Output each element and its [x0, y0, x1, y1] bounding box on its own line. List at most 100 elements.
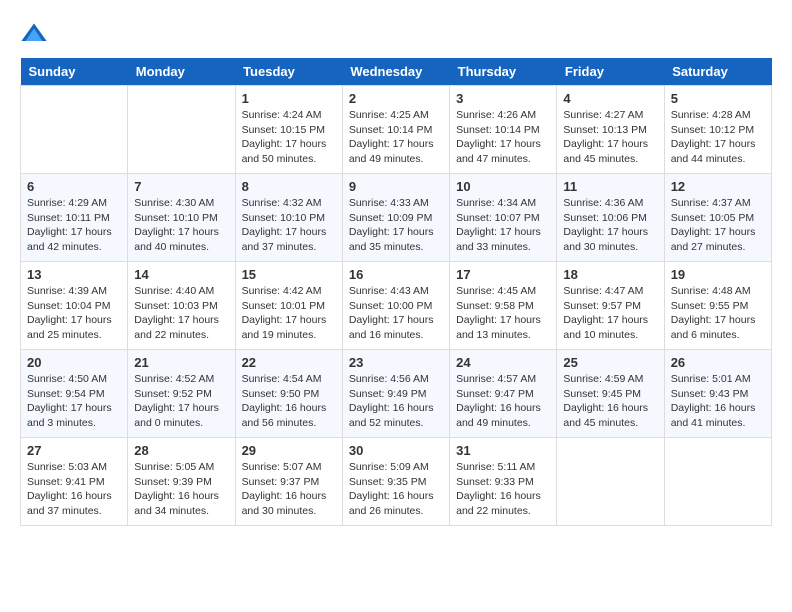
day-number: 5 — [671, 91, 765, 106]
day-info: Sunrise: 4:42 AM Sunset: 10:01 PM Daylig… — [242, 284, 336, 343]
week-row-4: 20 Sunrise: 4:50 AM Sunset: 9:54 PM Dayli… — [21, 350, 772, 438]
day-info: Sunrise: 4:40 AM Sunset: 10:03 PM Daylig… — [134, 284, 228, 343]
calendar-cell: 26 Sunrise: 5:01 AM Sunset: 9:43 PM Dayli… — [664, 350, 771, 438]
day-number: 24 — [456, 355, 550, 370]
calendar-cell: 24 Sunrise: 4:57 AM Sunset: 9:47 PM Dayli… — [450, 350, 557, 438]
calendar-cell: 11 Sunrise: 4:36 AM Sunset: 10:06 PM Dayl… — [557, 174, 664, 262]
calendar-cell: 19 Sunrise: 4:48 AM Sunset: 9:55 PM Dayli… — [664, 262, 771, 350]
calendar-cell: 31Sunrise: 5:11 AM Sunset: 9:33 PM Dayli… — [450, 438, 557, 526]
calendar-cell: 5 Sunrise: 4:28 AM Sunset: 10:12 PM Dayli… — [664, 86, 771, 174]
calendar-cell: 25 Sunrise: 4:59 AM Sunset: 9:45 PM Dayli… — [557, 350, 664, 438]
day-info: Sunrise: 4:32 AM Sunset: 10:10 PM Daylig… — [242, 196, 336, 255]
day-info: Sunrise: 4:37 AM Sunset: 10:05 PM Daylig… — [671, 196, 765, 255]
calendar-cell: 7 Sunrise: 4:30 AM Sunset: 10:10 PM Dayli… — [128, 174, 235, 262]
day-info: Sunrise: 4:30 AM Sunset: 10:10 PM Daylig… — [134, 196, 228, 255]
day-number: 12 — [671, 179, 765, 194]
day-number: 22 — [242, 355, 336, 370]
day-info: Sunrise: 4:26 AM Sunset: 10:14 PM Daylig… — [456, 108, 550, 167]
day-info: Sunrise: 4:50 AM Sunset: 9:54 PM Dayligh… — [27, 372, 121, 431]
calendar-cell — [557, 438, 664, 526]
day-info: Sunrise: 4:54 AM Sunset: 9:50 PM Dayligh… — [242, 372, 336, 431]
calendar-cell: 16 Sunrise: 4:43 AM Sunset: 10:00 PM Dayl… — [342, 262, 449, 350]
day-number: 10 — [456, 179, 550, 194]
day-number: 17 — [456, 267, 550, 282]
calendar-cell: 10Sunrise: 4:34 AM Sunset: 10:07 PM Dayl… — [450, 174, 557, 262]
calendar-cell: 28Sunrise: 5:05 AM Sunset: 9:39 PM Dayli… — [128, 438, 235, 526]
day-number: 1 — [242, 91, 336, 106]
day-number: 4 — [563, 91, 657, 106]
day-info: Sunrise: 4:39 AM Sunset: 10:04 PM Daylig… — [27, 284, 121, 343]
day-number: 25 — [563, 355, 657, 370]
day-info: Sunrise: 4:52 AM Sunset: 9:52 PM Dayligh… — [134, 372, 228, 431]
day-info: Sunrise: 4:43 AM Sunset: 10:00 PM Daylig… — [349, 284, 443, 343]
calendar-cell: 22 Sunrise: 4:54 AM Sunset: 9:50 PM Dayli… — [235, 350, 342, 438]
week-row-3: 13 Sunrise: 4:39 AM Sunset: 10:04 PM Dayl… — [21, 262, 772, 350]
calendar-cell — [664, 438, 771, 526]
day-info: Sunrise: 5:03 AM Sunset: 9:41 PM Dayligh… — [27, 460, 121, 519]
calendar-cell: 20 Sunrise: 4:50 AM Sunset: 9:54 PM Dayli… — [21, 350, 128, 438]
calendar-cell: 6Sunrise: 4:29 AM Sunset: 10:11 PM Dayli… — [21, 174, 128, 262]
calendar-cell: 15 Sunrise: 4:42 AM Sunset: 10:01 PM Dayl… — [235, 262, 342, 350]
week-row-5: 27 Sunrise: 5:03 AM Sunset: 9:41 PM Dayli… — [21, 438, 772, 526]
day-info: Sunrise: 4:36 AM Sunset: 10:06 PM Daylig… — [563, 196, 657, 255]
day-info: Sunrise: 4:29 AM Sunset: 10:11 PM Daylig… — [27, 196, 121, 255]
day-info: Sunrise: 4:56 AM Sunset: 9:49 PM Dayligh… — [349, 372, 443, 431]
day-number: 31 — [456, 443, 550, 458]
calendar-cell: 12 Sunrise: 4:37 AM Sunset: 10:05 PM Dayl… — [664, 174, 771, 262]
day-info: Sunrise: 4:48 AM Sunset: 9:55 PM Dayligh… — [671, 284, 765, 343]
calendar-cell: 3 Sunrise: 4:26 AM Sunset: 10:14 PM Dayli… — [450, 86, 557, 174]
day-info: Sunrise: 4:33 AM Sunset: 10:09 PM Daylig… — [349, 196, 443, 255]
calendar-cell: 14 Sunrise: 4:40 AM Sunset: 10:03 PM Dayl… — [128, 262, 235, 350]
calendar-cell: 23Sunrise: 4:56 AM Sunset: 9:49 PM Dayli… — [342, 350, 449, 438]
day-info: Sunrise: 4:45 AM Sunset: 9:58 PM Dayligh… — [456, 284, 550, 343]
day-number: 16 — [349, 267, 443, 282]
day-info: Sunrise: 5:01 AM Sunset: 9:43 PM Dayligh… — [671, 372, 765, 431]
day-number: 2 — [349, 91, 443, 106]
calendar-cell: 18 Sunrise: 4:47 AM Sunset: 9:57 PM Dayli… — [557, 262, 664, 350]
calendar-cell — [21, 86, 128, 174]
day-info: Sunrise: 4:47 AM Sunset: 9:57 PM Dayligh… — [563, 284, 657, 343]
day-number: 20 — [27, 355, 121, 370]
calendar-cell: 21 Sunrise: 4:52 AM Sunset: 9:52 PM Dayli… — [128, 350, 235, 438]
calendar-cell — [128, 86, 235, 174]
days-header-row: SundayMondayTuesdayWednesdayThursdayFrid… — [21, 58, 772, 86]
day-number: 30 — [349, 443, 443, 458]
calendar-cell: 2 Sunrise: 4:25 AM Sunset: 10:14 PM Dayli… — [342, 86, 449, 174]
calendar-cell: 17 Sunrise: 4:45 AM Sunset: 9:58 PM Dayli… — [450, 262, 557, 350]
day-info: Sunrise: 5:07 AM Sunset: 9:37 PM Dayligh… — [242, 460, 336, 519]
day-number: 26 — [671, 355, 765, 370]
day-info: Sunrise: 5:05 AM Sunset: 9:39 PM Dayligh… — [134, 460, 228, 519]
day-header-thursday: Thursday — [450, 58, 557, 86]
day-number: 8 — [242, 179, 336, 194]
day-header-saturday: Saturday — [664, 58, 771, 86]
logo — [20, 20, 52, 48]
day-info: Sunrise: 4:28 AM Sunset: 10:12 PM Daylig… — [671, 108, 765, 167]
day-info: Sunrise: 4:27 AM Sunset: 10:13 PM Daylig… — [563, 108, 657, 167]
calendar-cell: 30 Sunrise: 5:09 AM Sunset: 9:35 PM Dayli… — [342, 438, 449, 526]
day-info: Sunrise: 4:25 AM Sunset: 10:14 PM Daylig… — [349, 108, 443, 167]
day-info: Sunrise: 4:57 AM Sunset: 9:47 PM Dayligh… — [456, 372, 550, 431]
day-number: 18 — [563, 267, 657, 282]
calendar-cell: 1 Sunrise: 4:24 AM Sunset: 10:15 PM Dayli… — [235, 86, 342, 174]
day-number: 29 — [242, 443, 336, 458]
calendar-cell: 29 Sunrise: 5:07 AM Sunset: 9:37 PM Dayli… — [235, 438, 342, 526]
day-number: 14 — [134, 267, 228, 282]
day-number: 15 — [242, 267, 336, 282]
day-number: 19 — [671, 267, 765, 282]
day-number: 21 — [134, 355, 228, 370]
day-number: 27 — [27, 443, 121, 458]
day-info: Sunrise: 4:24 AM Sunset: 10:15 PM Daylig… — [242, 108, 336, 167]
calendar-cell: 9Sunrise: 4:33 AM Sunset: 10:09 PM Dayli… — [342, 174, 449, 262]
day-info: Sunrise: 5:09 AM Sunset: 9:35 PM Dayligh… — [349, 460, 443, 519]
day-header-monday: Monday — [128, 58, 235, 86]
day-info: Sunrise: 4:59 AM Sunset: 9:45 PM Dayligh… — [563, 372, 657, 431]
day-header-wednesday: Wednesday — [342, 58, 449, 86]
calendar-cell: 13 Sunrise: 4:39 AM Sunset: 10:04 PM Dayl… — [21, 262, 128, 350]
day-number: 11 — [563, 179, 657, 194]
day-header-friday: Friday — [557, 58, 664, 86]
day-number: 3 — [456, 91, 550, 106]
day-number: 7 — [134, 179, 228, 194]
calendar-cell: 27 Sunrise: 5:03 AM Sunset: 9:41 PM Dayli… — [21, 438, 128, 526]
week-row-1: 1 Sunrise: 4:24 AM Sunset: 10:15 PM Dayli… — [21, 86, 772, 174]
day-number: 13 — [27, 267, 121, 282]
